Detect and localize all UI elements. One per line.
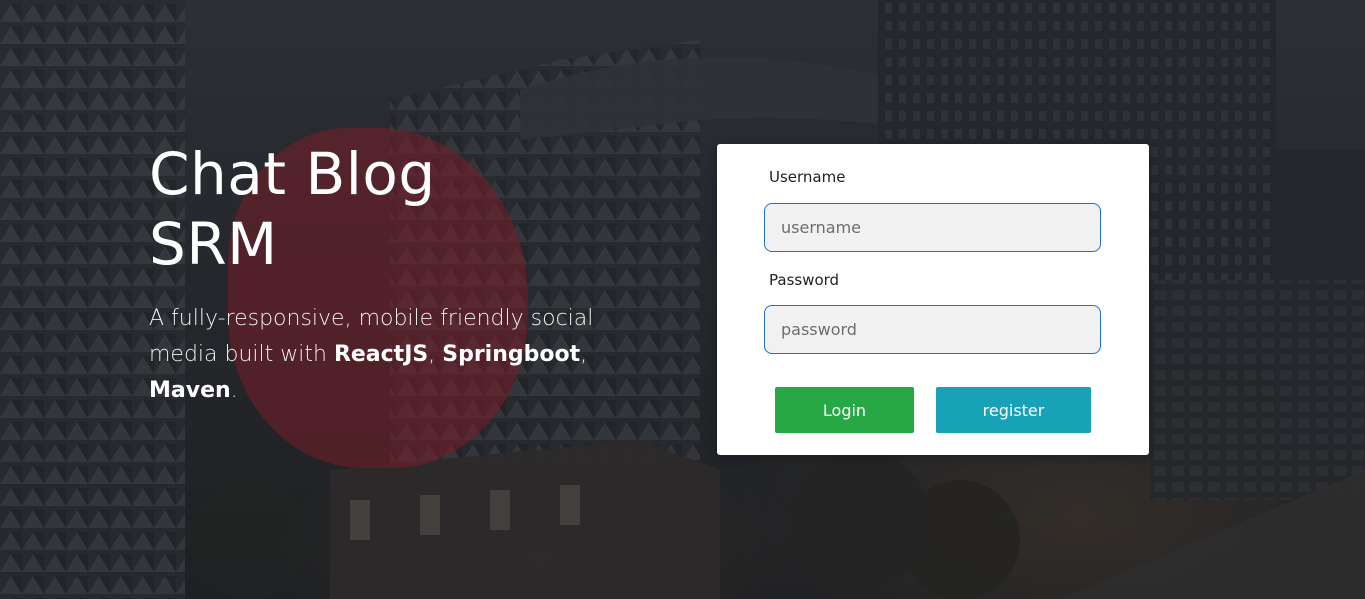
description-separator-2: ,: [580, 342, 588, 368]
login-card: Username Password Login register: [717, 144, 1149, 455]
login-page: Chat Blog SRM A fully-responsive, mobile…: [0, 0, 1365, 599]
description-end: .: [230, 378, 238, 404]
app-description: A fully-responsive, mobile friendly soci…: [149, 301, 629, 409]
description-separator-1: ,: [428, 342, 443, 368]
app-title-line-2: SRM: [149, 209, 278, 278]
app-title-line-1: Chat Blog: [149, 140, 436, 208]
tech-springboot: Springboot: [442, 342, 581, 368]
tech-maven: Maven: [149, 378, 231, 404]
register-button[interactable]: register: [936, 387, 1091, 433]
tech-reactjs: ReactJS: [333, 342, 429, 368]
app-title: Chat Blog SRM: [149, 140, 649, 279]
login-button[interactable]: Login: [775, 387, 914, 433]
password-input[interactable]: [764, 305, 1101, 354]
hero-section: Chat Blog SRM A fully-responsive, mobile…: [149, 140, 649, 409]
username-input[interactable]: [764, 203, 1101, 252]
username-label: Username: [769, 168, 846, 186]
password-label: Password: [769, 271, 840, 289]
